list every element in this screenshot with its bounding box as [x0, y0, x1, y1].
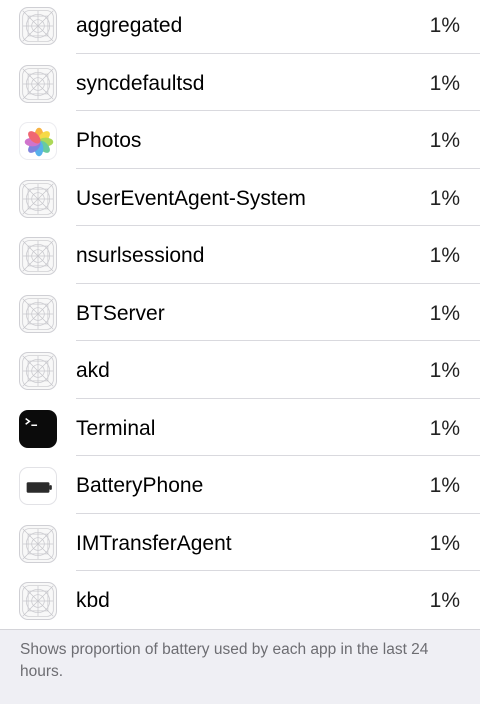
app-placeholder-icon — [19, 352, 57, 390]
battery-percent: 1% — [429, 244, 460, 267]
photos-icon — [19, 122, 57, 160]
battery-percent: 1% — [429, 14, 460, 37]
app-row-nsurlsessiond[interactable]: nsurlsessiond 1% — [0, 230, 480, 288]
app-placeholder-icon — [19, 7, 57, 45]
battery-percent: 1% — [429, 359, 460, 382]
terminal-icon — [19, 409, 57, 448]
row-separator — [76, 282, 480, 284]
row-separator — [76, 52, 480, 54]
section-footer: Shows proportion of battery used by each… — [0, 629, 480, 704]
app-name: BatteryPhone — [76, 474, 204, 497]
app-row-terminal[interactable]: Terminal 1% — [0, 403, 480, 461]
app-name: akd — [76, 359, 110, 382]
app-row-aggregated[interactable]: aggregated 1% — [0, 0, 480, 58]
app-name: IMTransferAgent — [76, 531, 232, 555]
battery-percent: 1% — [429, 129, 460, 152]
battery-percent: 1% — [429, 589, 460, 612]
battery-percent: 1% — [429, 416, 460, 440]
app-placeholder-icon — [19, 179, 57, 218]
battery-percent: 1% — [429, 301, 460, 325]
app-name: Photos — [76, 129, 142, 152]
app-name: nsurlsessiond — [76, 244, 205, 267]
battery-percent: 1% — [429, 531, 460, 555]
app-name: syncdefaultsd — [76, 71, 205, 95]
battery-percent: 1% — [429, 186, 460, 210]
row-separator — [76, 397, 480, 399]
row-separator — [76, 340, 480, 341]
row-separator — [76, 512, 480, 514]
app-row-usereventagent-system[interactable]: UserEventAgent-System 1% — [0, 173, 480, 231]
app-row-akd[interactable]: akd 1% — [0, 345, 480, 403]
app-row-btserver[interactable]: BTServer 1% — [0, 288, 480, 346]
app-row-batteryphone[interactable]: BatteryPhone 1% — [0, 460, 480, 518]
app-placeholder-icon — [19, 582, 57, 620]
app-name: BTServer — [76, 301, 165, 325]
row-separator — [76, 455, 480, 456]
battery-percent: 1% — [429, 71, 460, 95]
app-name: UserEventAgent-System — [76, 186, 306, 210]
row-separator — [76, 225, 480, 226]
app-row-syncdefaultsd[interactable]: syncdefaultsd 1% — [0, 58, 480, 116]
app-row-photos[interactable]: Photos 1% — [0, 115, 480, 173]
app-name: Terminal — [76, 416, 156, 440]
app-row-imtransferagent[interactable]: IMTransferAgent 1% — [0, 518, 480, 576]
app-placeholder-icon — [19, 524, 57, 563]
app-name: kbd — [76, 589, 110, 612]
battery-percent: 1% — [429, 474, 460, 497]
battery-usage-list: aggregated 1% syncdefaultsd 1% Photos 1%… — [0, 0, 480, 629]
app-placeholder-icon — [19, 294, 57, 333]
app-row-kbd[interactable]: kbd 1% — [0, 575, 480, 629]
row-separator — [76, 167, 480, 169]
battery-icon — [19, 467, 57, 505]
row-separator — [76, 110, 480, 111]
app-placeholder-icon — [19, 64, 57, 103]
app-name: aggregated — [76, 14, 183, 37]
row-separator — [76, 570, 480, 571]
app-placeholder-icon — [19, 237, 57, 275]
footer-note: Shows proportion of battery used by each… — [20, 641, 429, 680]
